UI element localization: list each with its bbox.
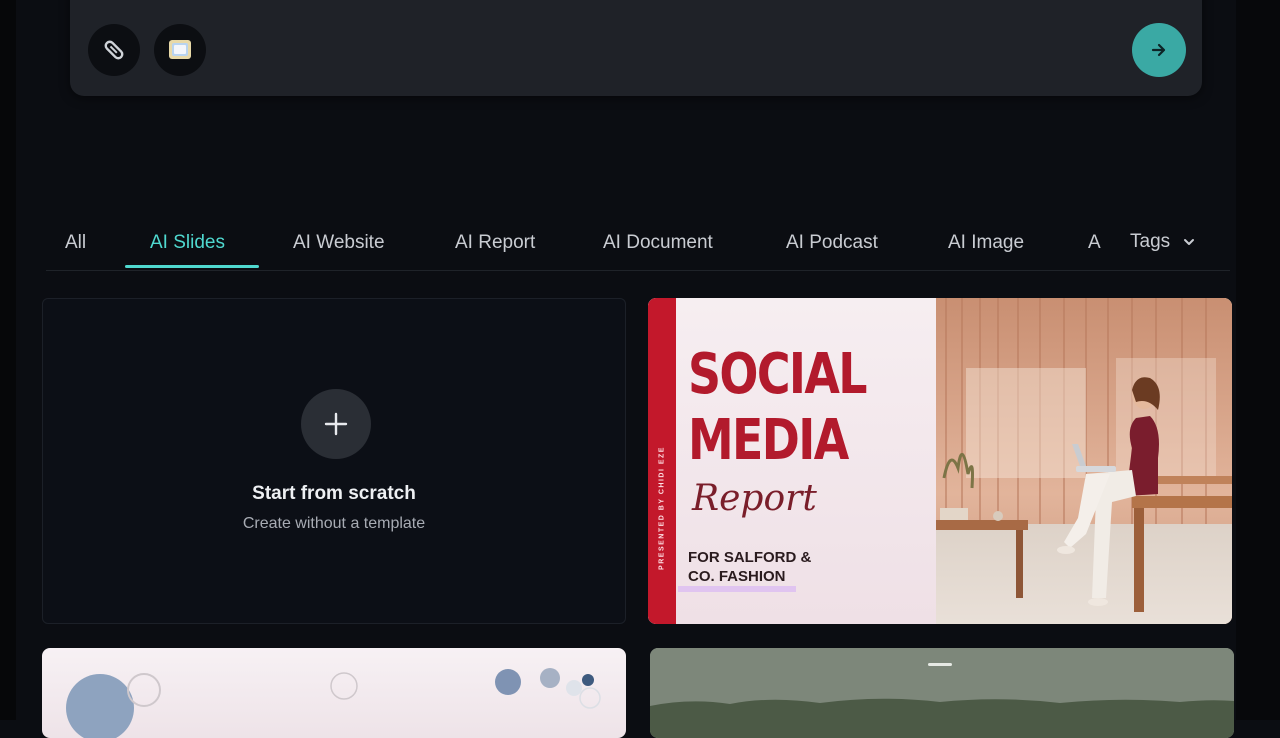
chevron-down-icon — [1184, 239, 1195, 245]
tab-ai-website[interactable]: AI Website — [293, 232, 385, 254]
tab-ai-podcast[interactable]: AI Podcast — [786, 232, 878, 254]
template-subtitle-line-1: FOR SALFORD & — [688, 549, 812, 566]
template-subtitle: FOR SALFORD & CO. FASHION — [688, 548, 811, 586]
paperclip-icon — [104, 40, 124, 60]
start-from-scratch-card[interactable]: Start from scratch Create without a temp… — [42, 298, 626, 624]
image-icon — [169, 40, 191, 59]
tab-ai-slides[interactable]: AI Slides — [150, 232, 225, 254]
send-button[interactable] — [1132, 23, 1186, 77]
tab-ai-image[interactable]: AI Image — [948, 232, 1024, 254]
attach-button[interactable] — [88, 24, 140, 76]
template-title: SOCIAL MEDIA — [688, 342, 868, 474]
template-title-line-2: MEDIA — [688, 408, 849, 473]
woman-with-laptop-photo — [936, 298, 1232, 624]
add-image-button[interactable] — [154, 24, 206, 76]
template-vertical-credit: PRESENTED BY CHIDI EZE — [658, 446, 666, 570]
tags-label: Tags — [1130, 231, 1171, 252]
template-subtitle-line-2: CO. FASHION — [688, 568, 786, 585]
category-tabs: All AI Slides AI Website AI Report AI Do… — [46, 222, 1230, 271]
add-button[interactable] — [301, 389, 371, 459]
arrow-right-icon — [1151, 43, 1166, 57]
window-right-edge — [1236, 0, 1280, 720]
template-card-landscape[interactable] — [650, 648, 1234, 738]
template-card-social-media-report[interactable]: PRESENTED BY CHIDI EZE SOCIAL MEDIA Repo… — [648, 298, 1232, 624]
plus-icon — [324, 412, 348, 436]
tab-all[interactable]: All — [65, 232, 86, 254]
template-title-line-1: SOCIAL — [688, 342, 868, 407]
template-side-band: PRESENTED BY CHIDI EZE — [648, 298, 676, 624]
tab-overflow-partial[interactable]: A — [1088, 232, 1101, 254]
scratch-card-title: Start from scratch — [252, 483, 416, 504]
window-left-edge — [0, 0, 16, 720]
template-card-abstract[interactable] — [42, 648, 626, 738]
template-cover-panel: PRESENTED BY CHIDI EZE SOCIAL MEDIA Repo… — [648, 298, 936, 624]
template-script-word: Report — [692, 478, 817, 519]
tags-dropdown[interactable]: Tags — [1120, 222, 1230, 262]
tab-ai-document[interactable]: AI Document — [603, 232, 713, 254]
template-photo — [936, 298, 1232, 624]
abstract-circles-thumbnail — [66, 668, 601, 738]
scratch-card-subtitle: Create without a template — [242, 515, 426, 532]
template-highlight-mark — [678, 586, 796, 592]
tab-ai-report[interactable]: AI Report — [455, 232, 535, 254]
forest-landscape-thumbnail — [650, 648, 1234, 738]
prompt-composer[interactable] — [70, 0, 1202, 96]
active-tab-indicator — [125, 265, 259, 268]
